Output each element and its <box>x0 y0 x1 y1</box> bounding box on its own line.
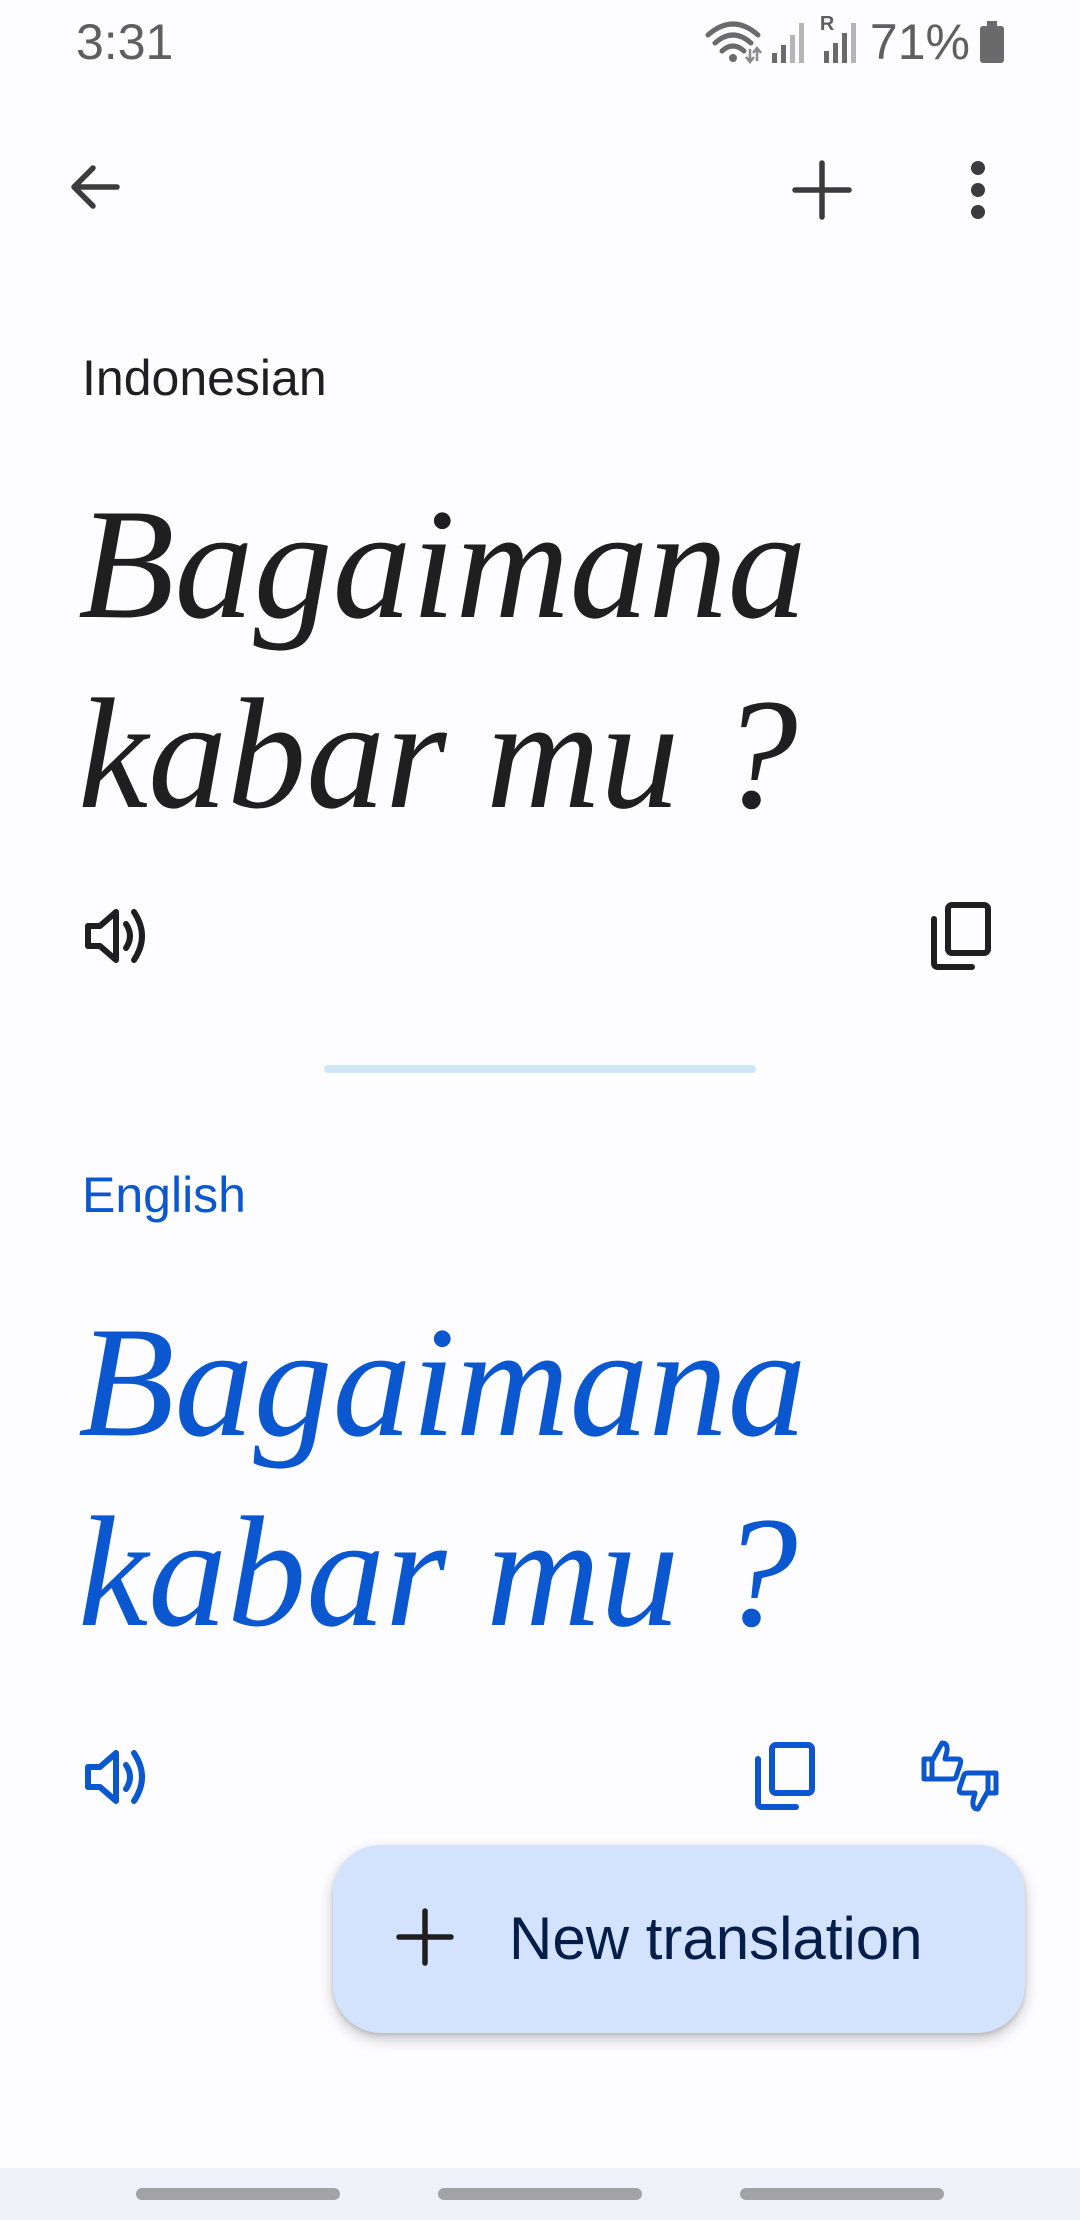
new-translation-button[interactable]: New translation <box>333 1845 1025 2033</box>
target-language-label: English <box>82 1167 246 1223</box>
thumbs-up-down-icon <box>918 1737 1002 1820</box>
translated-text[interactable]: Bagaimana kabar mu ? <box>78 1288 958 1668</box>
copy-icon <box>928 901 992 976</box>
target-speak-button[interactable] <box>80 1743 152 1815</box>
section-divider <box>324 1065 756 1073</box>
add-button[interactable] <box>782 152 862 232</box>
roaming-label: R <box>819 13 835 35</box>
nav-recents-handle[interactable] <box>136 2188 340 2200</box>
source-copy-button[interactable] <box>924 900 996 976</box>
battery-icon <box>978 19 1006 65</box>
volume-icon <box>82 904 150 973</box>
more-options-button[interactable] <box>952 152 1004 232</box>
volume-icon <box>82 1745 150 1814</box>
rate-translation-button[interactable] <box>916 1738 1004 1818</box>
more-vert-icon <box>968 160 988 225</box>
nav-home-handle[interactable] <box>438 2188 642 2200</box>
signal-roaming-icon: R <box>818 13 862 67</box>
battery-percent: 71% <box>869 14 970 70</box>
plus-icon <box>791 159 853 226</box>
back-button[interactable] <box>58 152 132 226</box>
new-translation-label: New translation <box>509 1905 923 1972</box>
wifi-icon <box>704 19 762 65</box>
nav-back-handle[interactable] <box>740 2188 944 2200</box>
arrow-back-icon <box>65 157 125 222</box>
target-copy-button[interactable] <box>748 1740 820 1816</box>
source-speak-button[interactable] <box>80 902 152 974</box>
source-text[interactable]: Bagaimana kabar mu ? <box>78 470 958 850</box>
status-icons: R 71% <box>704 10 1006 74</box>
copy-icon <box>752 1741 816 1816</box>
status-time: 3:31 <box>76 14 174 70</box>
source-language-label: Indonesian <box>82 350 327 406</box>
signal-icon <box>770 19 810 65</box>
plus-icon <box>395 1907 455 1972</box>
